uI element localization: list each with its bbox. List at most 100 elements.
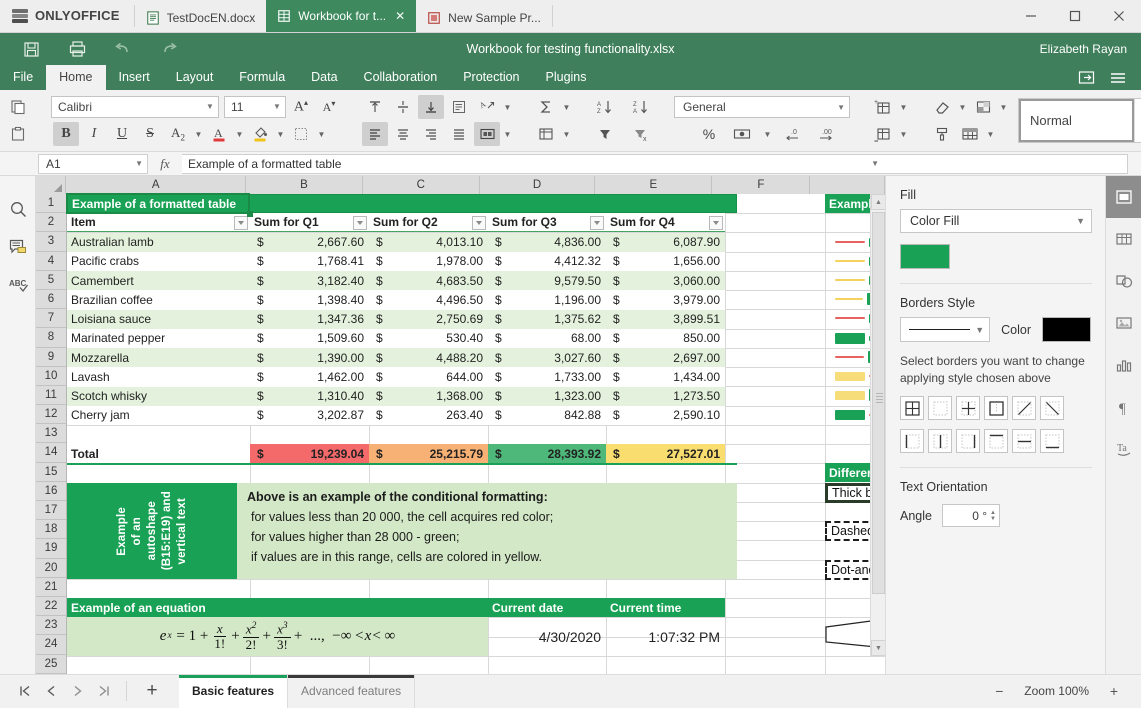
zoom-out-button[interactable]: − — [990, 682, 1008, 700]
row-header[interactable]: 18 — [36, 520, 66, 540]
copy-button[interactable] — [5, 95, 31, 119]
merge-cells-button[interactable] — [474, 122, 500, 146]
minimize-button[interactable] — [1009, 0, 1053, 32]
cell-style-spare[interactable] — [1134, 99, 1141, 142]
border-outer-button[interactable] — [984, 396, 1008, 420]
table-settings-tab[interactable] — [1106, 218, 1141, 260]
chevron-down-icon[interactable]: ▼ — [234, 130, 245, 139]
cell-item-name[interactable]: Loisiana sauce — [67, 309, 250, 329]
row-header[interactable]: 2 — [36, 213, 66, 233]
expand-formula-bar-icon[interactable]: ▼ — [871, 159, 879, 168]
autoshape-conditional-formatting[interactable]: Example of an autoshape (B15:E19) and ve… — [67, 483, 737, 579]
align-center-button[interactable] — [390, 122, 416, 146]
add-sheet-button[interactable]: + — [139, 678, 165, 704]
border-inner-button[interactable] — [956, 396, 980, 420]
equation-cell[interactable]: ex = 1 + x 1! + x2 2! + x3 3! + ..., −∞ < x < … — [67, 617, 488, 656]
cell-d2-header[interactable]: Sum for Q3 — [488, 213, 606, 232]
chevron-down-icon[interactable]: ▼ — [316, 130, 327, 139]
previous-sheet-button[interactable] — [40, 680, 62, 702]
border-bottom-button[interactable] — [1040, 429, 1064, 453]
save-button[interactable] — [10, 34, 52, 64]
chevron-down-icon[interactable]: ▼ — [275, 130, 286, 139]
underline-button[interactable]: U — [109, 122, 135, 146]
clear-button[interactable] — [929, 95, 955, 119]
cell-q2-value[interactable]: $4,496.50 — [369, 290, 488, 310]
border-top-button[interactable] — [984, 429, 1008, 453]
menu-item-formula[interactable]: Formula — [226, 65, 298, 90]
cell-item-name[interactable]: Australian lamb — [67, 232, 250, 252]
row-header[interactable]: 16 — [36, 481, 66, 501]
chart-settings-tab[interactable] — [1106, 344, 1141, 386]
cell-d21-date-label[interactable]: Current date — [488, 598, 606, 617]
paste-button[interactable] — [5, 122, 31, 146]
cell-q4-value[interactable]: $3,060.00 — [606, 271, 725, 291]
sort-ascending-button[interactable]: A Z — [592, 95, 618, 119]
row-header[interactable]: 1 — [36, 194, 66, 214]
menu-item-home[interactable]: Home — [46, 65, 106, 90]
select-all-corner[interactable] — [36, 176, 67, 194]
row-header[interactable]: 5 — [36, 270, 66, 290]
maximize-button[interactable] — [1053, 0, 1097, 32]
chevron-down-icon[interactable]: ▼ — [898, 130, 909, 139]
cell-q2-value[interactable]: $4,683.50 — [369, 271, 488, 291]
sort-descending-button[interactable]: Z A — [628, 95, 654, 119]
stepper-arrows-icon[interactable]: ▲ ▼ — [990, 510, 996, 522]
currency-style-button[interactable] — [729, 122, 755, 146]
border-all-button[interactable] — [900, 396, 924, 420]
cell-c2-header[interactable]: Sum for Q2 — [369, 213, 488, 232]
font-size-combo[interactable]: 11 ▼ — [224, 96, 286, 118]
cell-c13-total[interactable]: $25,215.79 — [369, 444, 488, 463]
zoom-level-label[interactable]: Zoom 100% — [1024, 684, 1089, 698]
menu-item-collaboration[interactable]: Collaboration — [351, 65, 451, 90]
row-header[interactable]: 14 — [36, 443, 66, 463]
cell-q1-value[interactable]: $1,390.00 — [250, 348, 369, 368]
angle-stepper[interactable]: 0 ° ▲ ▼ — [941, 504, 1000, 527]
menu-item-protection[interactable]: Protection — [450, 65, 532, 90]
row-header[interactable]: 7 — [36, 309, 66, 329]
cell-q1-value[interactable]: $1,310.40 — [250, 386, 369, 406]
column-header-c[interactable]: C — [362, 176, 480, 194]
fill-color-button[interactable] — [247, 122, 273, 146]
cell-e2-header[interactable]: Sum for Q4 — [606, 213, 725, 232]
wrap-text-button[interactable] — [446, 95, 472, 119]
decrease-decimal-button[interactable]: .0 — [780, 122, 806, 146]
scroll-down-button[interactable]: ▼ — [871, 640, 885, 656]
search-button[interactable] — [0, 190, 36, 228]
text-art-settings-tab[interactable]: Ta — [1106, 428, 1141, 470]
border-left-button[interactable] — [900, 429, 924, 453]
row-header[interactable]: 17 — [36, 501, 66, 521]
row-header[interactable]: 21 — [36, 577, 66, 597]
chevron-down-icon[interactable]: ▼ — [502, 130, 513, 139]
cell-item-name[interactable]: Scotch whisky — [67, 386, 250, 406]
cell-q2-value[interactable]: $1,978.00 — [369, 251, 488, 271]
insert-cells-button[interactable]: + — [870, 95, 896, 119]
border-diagonal-down-button[interactable] — [1040, 396, 1064, 420]
cell-q2-value[interactable]: $4,488.20 — [369, 348, 488, 368]
cell-q1-value[interactable]: $1,398.40 — [250, 290, 369, 310]
row-header[interactable]: 4 — [36, 251, 66, 271]
vertical-scroll-thumb[interactable] — [872, 212, 885, 594]
cell-item-name[interactable]: Cherry jam — [67, 405, 250, 425]
border-right-button[interactable] — [956, 429, 980, 453]
cell-a2-header[interactable]: Item — [67, 213, 250, 232]
format-as-table-button[interactable] — [957, 122, 983, 146]
undo-button[interactable] — [102, 34, 144, 64]
cell-settings-tab[interactable] — [1106, 176, 1141, 218]
filter-dropdown-icon[interactable] — [472, 215, 486, 230]
cell-b13-total[interactable]: $19,239.04 — [250, 444, 369, 463]
filter-dropdown-icon[interactable] — [709, 215, 723, 230]
cell-q4-value[interactable]: $1,434.00 — [606, 367, 725, 387]
cell-q3-value[interactable]: $3,027.60 — [488, 348, 606, 368]
cell-q2-value[interactable]: $263.40 — [369, 405, 488, 425]
cell-area[interactable]: Example of a formatted table Item Sum fo… — [66, 193, 885, 674]
align-middle-button[interactable] — [390, 95, 416, 119]
document-tab-workbook[interactable]: Workbook for t... ✕ — [266, 0, 417, 32]
cell-item-name[interactable]: Pacific crabs — [67, 251, 250, 271]
spreadsheet-grid[interactable]: A B C D E F 1 2 3 4 5 6 7 8 9 10 11 12 1… — [36, 176, 885, 674]
increase-decimal-button[interactable]: .00 — [813, 122, 839, 146]
row-header[interactable]: 23 — [36, 616, 66, 636]
cell-d13-total[interactable]: $28,393.92 — [488, 444, 606, 463]
zoom-in-button[interactable]: + — [1105, 682, 1123, 700]
cell-q1-value[interactable]: $1,768.41 — [250, 251, 369, 271]
cell-d22-date-value[interactable]: 4/30/2020 — [488, 617, 606, 656]
